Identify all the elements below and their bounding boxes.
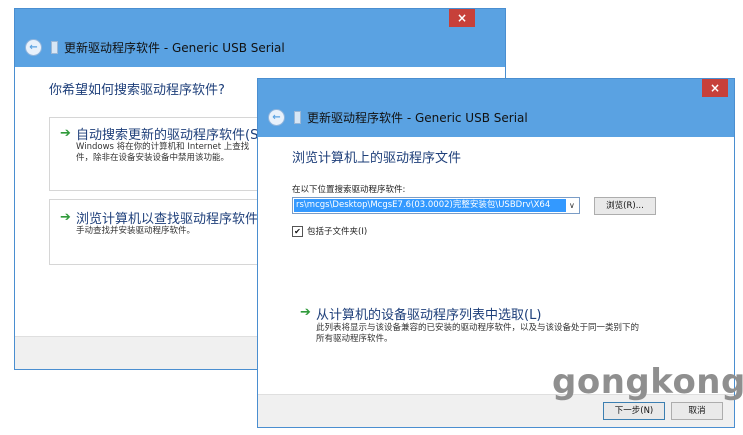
next-button[interactable]: 下一步(N)	[603, 402, 665, 420]
location-label: 在以下位置搜索驱动程序软件:	[292, 185, 406, 195]
chevron-down-icon[interactable]: ∨	[569, 201, 575, 210]
pick-from-list-desc-2: 所有驱动程序软件。	[316, 334, 393, 344]
green-arrow-icon: ➔	[60, 126, 71, 141]
front-heading: 浏览计算机上的驱动程序文件	[292, 151, 462, 166]
back-arrow-icon[interactable]: ←	[25, 38, 42, 56]
back-arrow-icon[interactable]: ←	[268, 108, 285, 126]
watermark-logo: gongkong	[552, 362, 743, 402]
auto-search-desc-1: Windows 将在你的计算机和 Internet 上查找	[76, 142, 250, 152]
auto-search-desc-2: 件，除非在设备安装设备中禁用该功能。	[76, 153, 230, 163]
driver-path-combobox[interactable]: rs\mcgs\Desktop\McgsE7.6(03.0002)完整安装包\U…	[292, 197, 580, 214]
green-arrow-icon: ➔	[300, 305, 311, 320]
usb-device-icon	[51, 40, 58, 54]
auto-search-title: 自动搜索更新的驱动程序软件(S)	[76, 128, 264, 143]
front-titlebar: ← 更新驱动程序软件 - Generic USB Serial	[258, 97, 734, 137]
back-close-button[interactable]: ×	[449, 9, 475, 27]
usb-device-icon	[294, 110, 301, 124]
back-titlebar: ← 更新驱动程序软件 - Generic USB Serial	[15, 27, 505, 67]
back-heading: 你希望如何搜索驱动程序软件?	[49, 83, 225, 98]
include-subfolders-label: 包括子文件夹(I)	[307, 227, 368, 237]
browse-option-desc: 手动查找并安装驱动程序软件。	[76, 226, 196, 236]
front-content: 浏览计算机上的驱动程序文件 在以下位置搜索驱动程序软件: rs\mcgs\Des…	[258, 137, 734, 395]
browse-option-title: 浏览计算机以查找驱动程序软件(R)	[76, 212, 278, 227]
pick-from-list-desc-1: 此列表将显示与该设备兼容的已安装的驱动程序软件，以及与该设备处于同一类别下的	[316, 323, 640, 333]
include-subfolders-row[interactable]: ✔ 包括子文件夹(I)	[292, 225, 367, 237]
browse-button[interactable]: 浏览(R)...	[594, 197, 656, 215]
cancel-button[interactable]: 取消	[671, 402, 723, 420]
back-window-title: 更新驱动程序软件 - Generic USB Serial	[64, 40, 285, 55]
front-close-button[interactable]: ×	[702, 79, 728, 97]
include-subfolders-checkbox[interactable]: ✔	[292, 225, 303, 237]
pick-from-list-link[interactable]: 从计算机的设备驱动程序列表中选取(L)	[316, 304, 541, 323]
front-window-title: 更新驱动程序软件 - Generic USB Serial	[307, 110, 528, 125]
driver-path-input[interactable]: rs\mcgs\Desktop\McgsE7.6(03.0002)完整安装包\U…	[294, 199, 566, 212]
green-arrow-icon: ➔	[60, 210, 71, 225]
